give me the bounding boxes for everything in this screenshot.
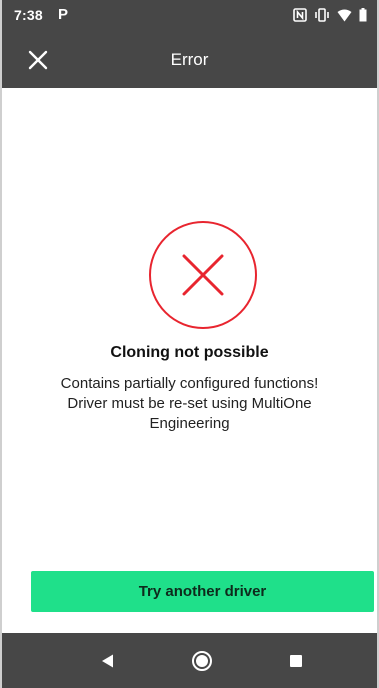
error-message: Contains partially configured functions!… [32,374,347,434]
page-title: Error [170,50,209,69]
home-button[interactable] [190,649,214,673]
error-message-line: Engineering [149,415,230,432]
error-title: Cloning not possible [110,344,269,361]
error-message-line: Contains partially configured functions! [60,375,319,392]
battery-icon [359,8,367,22]
recents-icon [290,655,302,667]
try-another-driver-button[interactable]: Try another driver [31,571,374,612]
error-x-circle-icon [149,221,257,329]
back-button[interactable] [97,649,121,673]
error-content: Cloning not possible Contains partially … [2,88,377,633]
status-time: 7:38 [14,7,43,23]
nfc-icon [293,8,307,22]
notification-icon: P [58,6,69,23]
status-icons [293,8,367,22]
error-message-line: Driver must be re-set using MultiOne [67,395,312,412]
navigation-bar [2,633,377,688]
recents-button[interactable] [284,649,308,673]
wifi-icon [337,9,352,22]
vibrate-icon [314,8,330,22]
status-bar: 7:38 P [2,0,377,32]
back-icon [102,654,113,668]
app-bar: Error [2,32,377,88]
home-icon [192,651,212,671]
phone-screen: 7:38 P Error Cloning not possible Contai… [0,0,379,688]
